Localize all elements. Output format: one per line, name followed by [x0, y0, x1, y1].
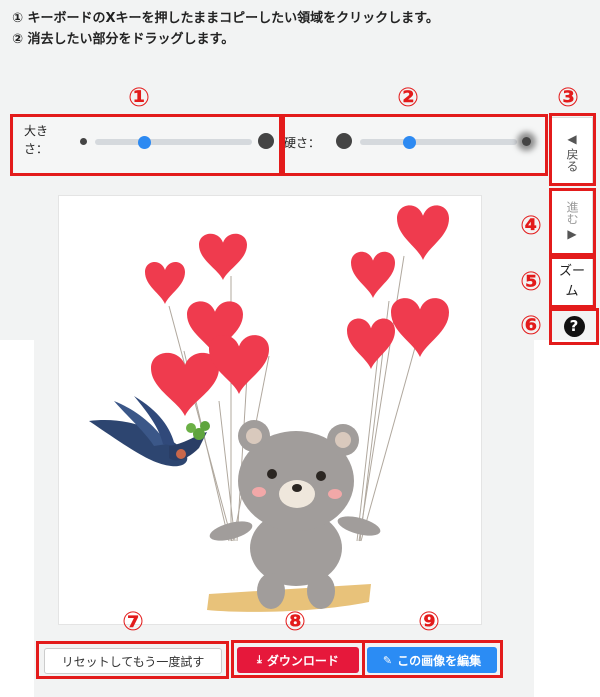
- annotation-box-2: [282, 114, 548, 176]
- marker-7: ⑦: [122, 607, 145, 637]
- annotation-box-7: [36, 641, 229, 679]
- marker-8: ⑧: [284, 607, 307, 637]
- instructions: ① キーボードのXキーを押したままコピーしたい領域をクリックします。 ② 消去し…: [12, 8, 592, 50]
- annotation-box-9: [362, 640, 503, 678]
- image-canvas[interactable]: [58, 195, 482, 625]
- annotation-box-1: [10, 114, 282, 176]
- annotation-box-6: [549, 308, 599, 345]
- annotation-box-4: [549, 188, 596, 256]
- marker-5: ⑤: [520, 267, 543, 297]
- instruction-line-2: ② 消去したい部分をドラッグします。: [12, 32, 235, 47]
- annotation-box-5: [549, 256, 596, 308]
- marker-3: ③: [557, 83, 580, 113]
- annotation-box-8: [231, 640, 365, 678]
- marker-2: ②: [397, 83, 420, 113]
- bear-balloons-illustration: [89, 205, 449, 612]
- annotation-box-3: [549, 113, 596, 186]
- marker-1: ①: [128, 83, 151, 113]
- marker-6: ⑥: [520, 311, 543, 341]
- marker-4: ④: [520, 211, 543, 241]
- marker-9: ⑨: [418, 607, 441, 637]
- instruction-line-1: ① キーボードのXキーを押したままコピーしたい領域をクリックします。: [12, 11, 439, 26]
